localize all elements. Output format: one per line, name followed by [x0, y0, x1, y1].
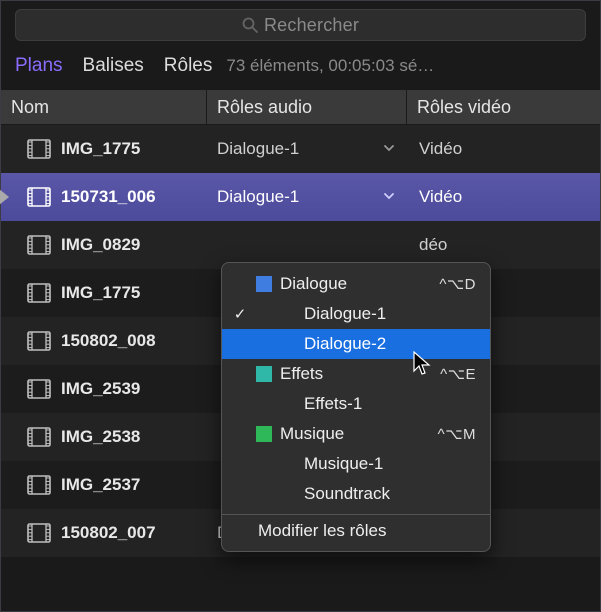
video-role-cell[interactable]: déo — [407, 235, 600, 255]
color-swatch — [256, 276, 272, 292]
column-header-name[interactable]: Nom — [1, 90, 207, 124]
menu-item-label: Effets-1 — [304, 394, 476, 414]
clip-row[interactable]: 150731_006 Dialogue-1 Vidéo — [1, 173, 600, 221]
chevron-down-icon — [383, 142, 395, 157]
menu-item-label: Effets — [280, 364, 432, 384]
menu-item-label: Soundtrack — [304, 484, 476, 504]
clip-name: IMG_2539 — [61, 379, 140, 399]
color-swatch — [256, 426, 272, 442]
audio-role-cell[interactable]: Dialogue-1 — [207, 139, 407, 159]
chevron-down-icon — [383, 190, 395, 205]
menu-item[interactable]: Dialogue-2 — [222, 329, 490, 359]
clip-name: IMG_2538 — [61, 427, 140, 447]
menu-item[interactable]: Effets ^⌥E — [222, 359, 490, 389]
clip-name: IMG_0829 — [61, 235, 140, 255]
audio-role-menu[interactable]: Dialogue ^⌥D ✓ Dialogue-1 Dialogue-2 Effets ^⌥… — [221, 262, 491, 552]
menu-item-label: Musique-1 — [304, 454, 476, 474]
audio-role-cell[interactable]: Dialogue-1 — [207, 187, 407, 207]
film-icon — [27, 523, 51, 543]
menu-item[interactable]: Musique-1 — [222, 449, 490, 479]
clip-name: 150802_007 — [61, 523, 156, 543]
search-placeholder: Rechercher — [264, 15, 359, 36]
view-tabs: Plans Balises Rôles 73 éléments, 00:05:0… — [1, 51, 600, 89]
menu-item[interactable]: Effets-1 — [222, 389, 490, 419]
items-summary: 73 éléments, 00:05:03 sé… — [226, 56, 434, 76]
film-icon — [27, 379, 51, 399]
playhead-indicator — [0, 189, 9, 205]
tab-balises[interactable]: Balises — [83, 55, 144, 77]
color-swatch — [256, 366, 272, 382]
clip-name: 150731_006 — [61, 187, 156, 207]
search-input[interactable]: Rechercher — [15, 9, 586, 41]
menu-item[interactable]: Dialogue ^⌥D — [222, 269, 490, 299]
clip-name: IMG_1775 — [61, 283, 140, 303]
tab-roles[interactable]: Rôles — [164, 55, 213, 77]
film-icon — [27, 187, 51, 207]
audio-role-value: Dialogue-1 — [217, 187, 299, 207]
menu-item-label: Dialogue-2 — [304, 334, 476, 354]
video-role-cell[interactable]: Vidéo — [407, 139, 600, 159]
keyboard-shortcut: ^⌥M — [438, 425, 476, 443]
film-icon — [27, 139, 51, 159]
column-headers: Nom Rôles audio Rôles vidéo — [1, 89, 600, 125]
film-icon — [27, 283, 51, 303]
menu-item-label: Dialogue — [280, 274, 431, 294]
tab-plans[interactable]: Plans — [15, 55, 63, 77]
menu-separator — [222, 514, 490, 515]
menu-item[interactable]: Soundtrack — [222, 479, 490, 509]
column-header-audio[interactable]: Rôles audio — [207, 90, 407, 124]
menu-item[interactable]: ✓ Dialogue-1 — [222, 299, 490, 329]
audio-role-value: Dialogue-1 — [217, 139, 299, 159]
menu-item-label: Dialogue-1 — [304, 304, 476, 324]
menu-edit-roles[interactable]: Modifier les rôles — [222, 517, 490, 547]
film-icon — [27, 235, 51, 255]
film-icon — [27, 475, 51, 495]
video-role-cell[interactable]: Vidéo — [407, 187, 600, 207]
menu-item[interactable]: Musique ^⌥M — [222, 419, 490, 449]
clip-row[interactable]: IMG_1775 Dialogue-1 Vidéo — [1, 125, 600, 173]
film-icon — [27, 427, 51, 447]
check-icon: ✓ — [232, 305, 248, 323]
search-icon — [242, 17, 258, 33]
keyboard-shortcut: ^⌥D — [439, 275, 476, 293]
keyboard-shortcut: ^⌥E — [440, 365, 476, 383]
film-icon — [27, 331, 51, 351]
menu-item-label: Musique — [280, 424, 430, 444]
clip-name: IMG_1775 — [61, 139, 140, 159]
clip-name: IMG_2537 — [61, 475, 140, 495]
clip-name: 150802_008 — [61, 331, 156, 351]
column-header-video[interactable]: Rôles vidéo — [407, 90, 600, 124]
